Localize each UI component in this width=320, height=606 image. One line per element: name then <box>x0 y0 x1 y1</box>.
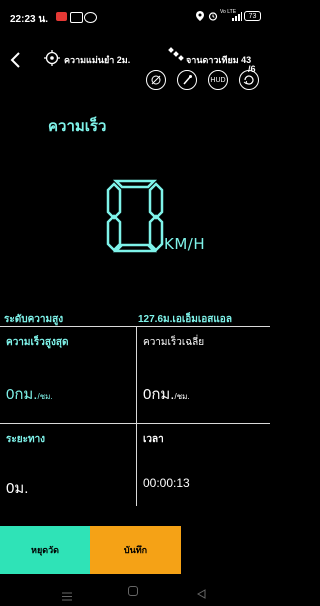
hud-label: HUD <box>210 76 226 84</box>
brush-icon[interactable] <box>177 70 197 90</box>
menu-icon[interactable] <box>62 588 72 606</box>
navigation-bar <box>0 574 270 606</box>
avg-speed-cell: ความเร็วเฉลี่ย 0กม./ชม. <box>137 327 270 424</box>
altitude-label: ระดับความสูง <box>4 314 64 325</box>
avg-speed-number: 0กม. <box>143 386 175 403</box>
avg-speed-unit: /ชม. <box>174 392 190 401</box>
youtube-icon <box>56 12 67 21</box>
distance-label: ระยะทาง <box>6 434 46 445</box>
home-icon[interactable] <box>128 586 138 596</box>
max-speed-cell: ความเร็วสูงสุด 0กม./ชม. <box>0 327 137 424</box>
hud-button[interactable]: HUD <box>208 70 228 90</box>
battery-indicator: 73 <box>244 11 261 21</box>
app-icon <box>84 12 97 23</box>
time-cell: เวลา 00:00:13 <box>137 424 270 506</box>
avg-speed-value: 0กม./ชม. <box>143 382 190 406</box>
accuracy-label: ความแม่นยำ 2ม. <box>64 55 131 65</box>
altitude-value: 127.6ม.เอเอ็มเอสแอล <box>138 314 232 325</box>
speed-unit: KM/H <box>164 235 206 253</box>
alarm-icon <box>208 11 218 24</box>
altitude-row: ระดับความสูง 127.6ม.เอเอ็มเอสแอล <box>0 310 270 326</box>
status-time: 22:23 น. <box>10 14 48 25</box>
rotate-icon[interactable] <box>239 70 259 90</box>
speed-value-display: 0 <box>104 178 166 254</box>
max-speed-number: 0กม. <box>6 386 38 403</box>
status-bar: 22:23 น. Vo LTE 73 <box>0 0 270 32</box>
distance-cell: ระยะทาง 0ม. <box>0 424 137 506</box>
distance-value: 0ม. <box>6 480 29 497</box>
stop-button[interactable]: หยุดวัด <box>0 526 90 574</box>
time-label: เวลา <box>143 434 164 445</box>
signal-icon <box>232 12 242 24</box>
save-button[interactable]: บันทึก <box>90 526 181 574</box>
crosshair-icon <box>44 50 60 71</box>
no-speed-icon[interactable] <box>146 70 166 90</box>
stats-grid: ความเร็วสูงสุด 0กม./ชม. ความเร็วเฉลี่ย 0… <box>0 326 270 507</box>
speed-title: ความเร็ว <box>48 118 107 135</box>
notification-icon <box>70 12 83 23</box>
max-speed-label: ความเร็วสูงสุด <box>6 337 69 348</box>
max-speed-value: 0กม./ชม. <box>6 382 53 406</box>
avg-speed-label: ความเร็วเฉลี่ย <box>143 337 205 348</box>
max-speed-unit: /ชม. <box>37 392 53 401</box>
satellite-label: จานดาวเทียม 43 <box>186 55 252 65</box>
back-nav-icon[interactable] <box>196 586 206 604</box>
location-icon <box>196 11 204 24</box>
time-value: 00:00:13 <box>143 476 190 490</box>
back-arrow-icon[interactable] <box>10 52 22 73</box>
satellite-icon <box>168 46 184 67</box>
